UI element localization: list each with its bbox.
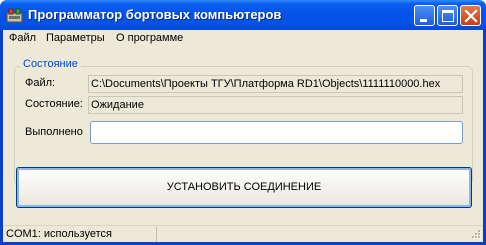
window-title: Программатор бортовых компьютеров <box>28 7 282 22</box>
file-label: Файл: <box>25 77 56 89</box>
progress-bar <box>90 121 463 144</box>
minimize-icon <box>420 19 427 22</box>
state-label: Состояние: <box>25 98 83 110</box>
main-window: Программатор бортовых компьютеров Файл П… <box>0 0 486 245</box>
close-button[interactable] <box>460 5 481 26</box>
connect-button[interactable]: УСТАНОВИТЬ СОЕДИНЕНИЕ <box>16 167 472 208</box>
file-path-field: C:\Documents\Проекты ТГУ\Платформа RD1\O… <box>88 75 463 93</box>
menu-bar: Файл Параметры О программе <box>3 30 483 47</box>
state-field: Ожидание <box>88 96 463 114</box>
minimize-button[interactable] <box>414 5 435 26</box>
resize-grip-icon[interactable] <box>470 229 482 241</box>
maximize-icon <box>442 10 454 22</box>
title-bar[interactable]: Программатор бортовых компьютеров <box>0 0 486 30</box>
menu-about[interactable]: О программе <box>116 32 183 46</box>
close-icon <box>464 9 478 23</box>
menu-file[interactable]: Файл <box>9 32 36 46</box>
status-bar: COM1: используется <box>3 225 483 242</box>
status-text: COM1: используется <box>5 227 157 242</box>
client-area: Файл Параметры О программе Состояние Фай… <box>3 30 483 242</box>
app-icon[interactable] <box>6 7 23 23</box>
maximize-button[interactable] <box>437 5 458 26</box>
groupbox-title: Состояние <box>20 58 81 70</box>
progress-label: Выполнено <box>25 126 83 138</box>
menu-parameters[interactable]: Параметры <box>46 32 105 46</box>
